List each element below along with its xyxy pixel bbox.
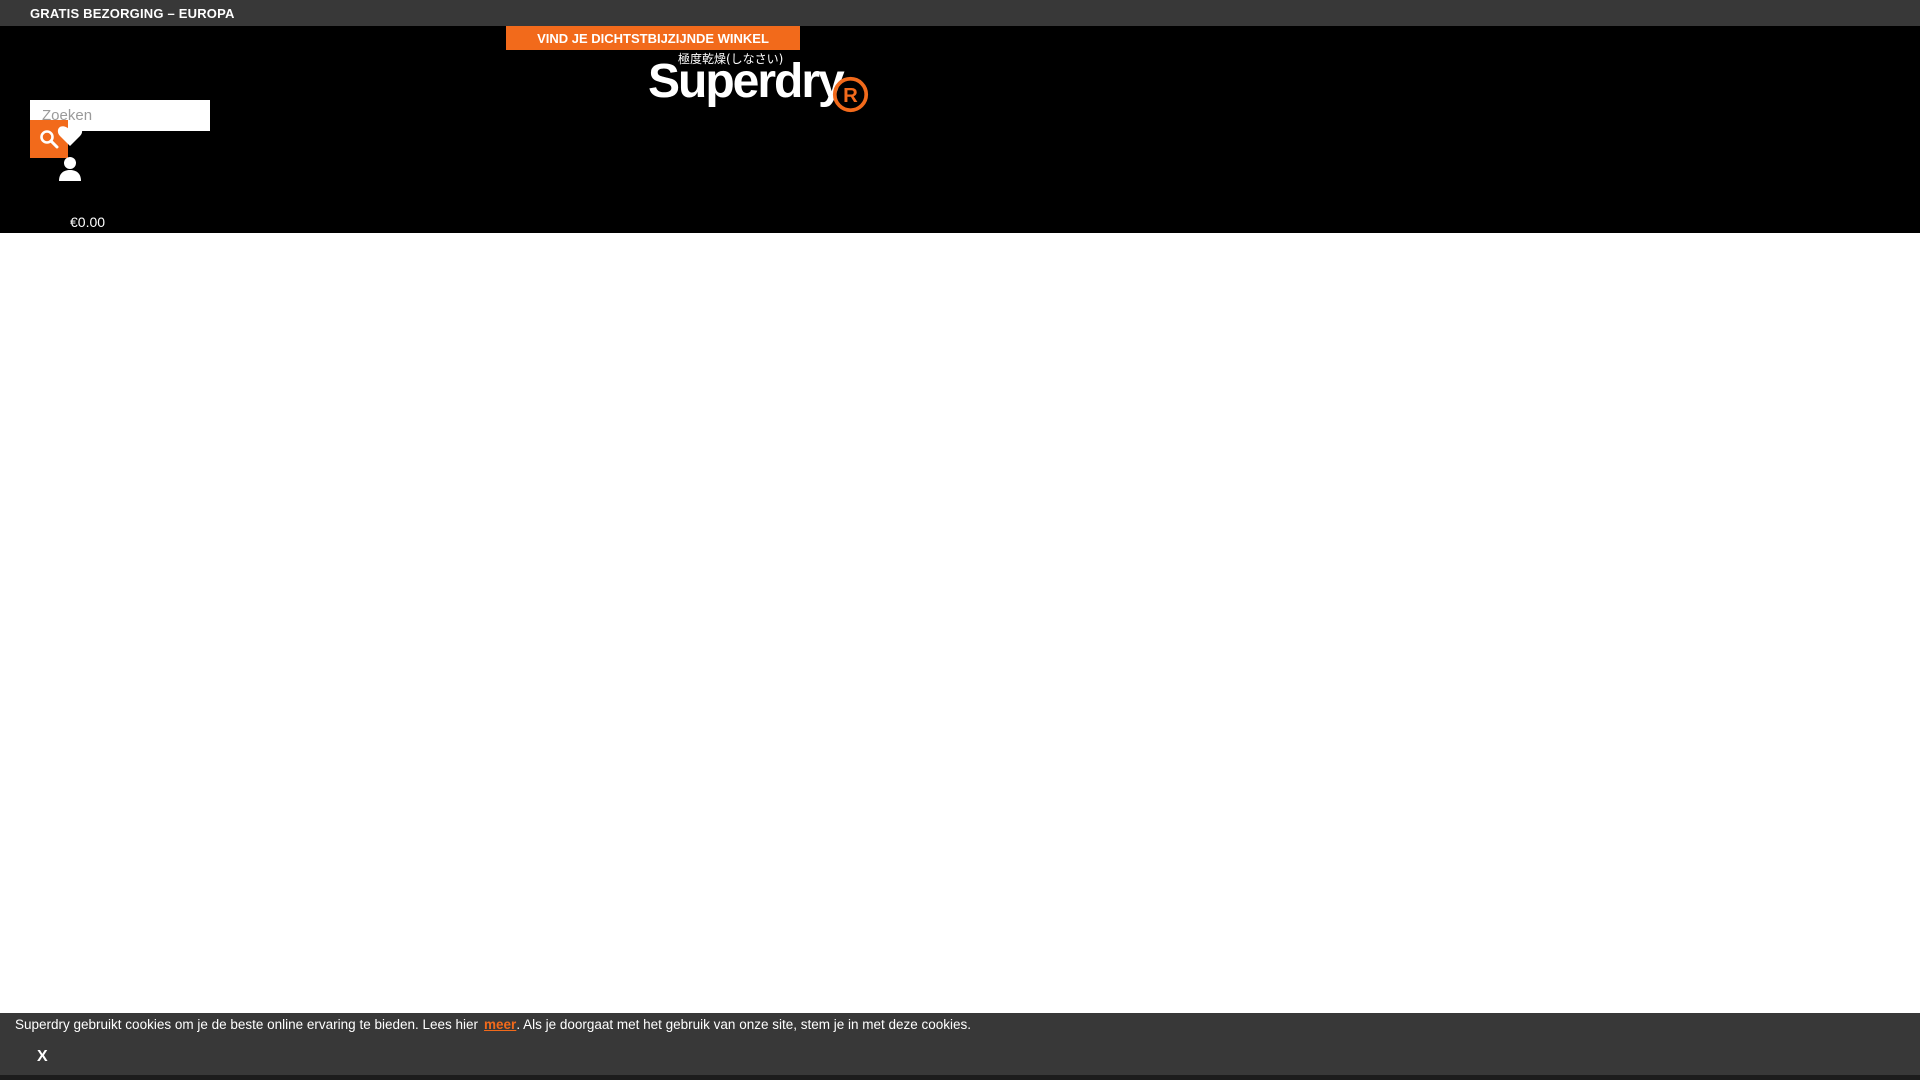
cookie-close-button[interactable]: X [37, 1048, 48, 1066]
superdry-logo[interactable]: 極度乾燥(しなさい) Superdry R [648, 46, 872, 126]
cookie-more-link[interactable]: meer [484, 1017, 516, 1032]
cart-total[interactable]: €0.00 [70, 214, 105, 230]
cookie-text-after: . Als je doorgaat met het gebruik van on… [516, 1017, 972, 1032]
site-header: VIND JE DICHTSTBIJZIJNDE WINKEL 極度乾燥(しなさ… [0, 26, 1920, 233]
logo-wordmark: Superdry [648, 55, 845, 108]
promo-bar: GRATIS BEZORGING – EUROPA [0, 0, 1920, 26]
search-icon [40, 130, 59, 149]
cookie-text-before: Superdry gebruikt cookies om je de beste… [15, 1017, 479, 1032]
svg-text:R: R [843, 85, 858, 107]
user-icon[interactable] [58, 156, 82, 182]
cookie-banner: Superdry gebruikt cookies om je de beste… [0, 1013, 1920, 1075]
promo-text: GRATIS BEZORGING – EUROPA [30, 6, 235, 21]
registered-mark-icon: R [832, 76, 869, 113]
bottom-strip [0, 1075, 1920, 1080]
main-content [0, 233, 1920, 1013]
cookie-message: Superdry gebruikt cookies om je de beste… [15, 1017, 971, 1032]
heart-icon[interactable] [57, 124, 83, 148]
